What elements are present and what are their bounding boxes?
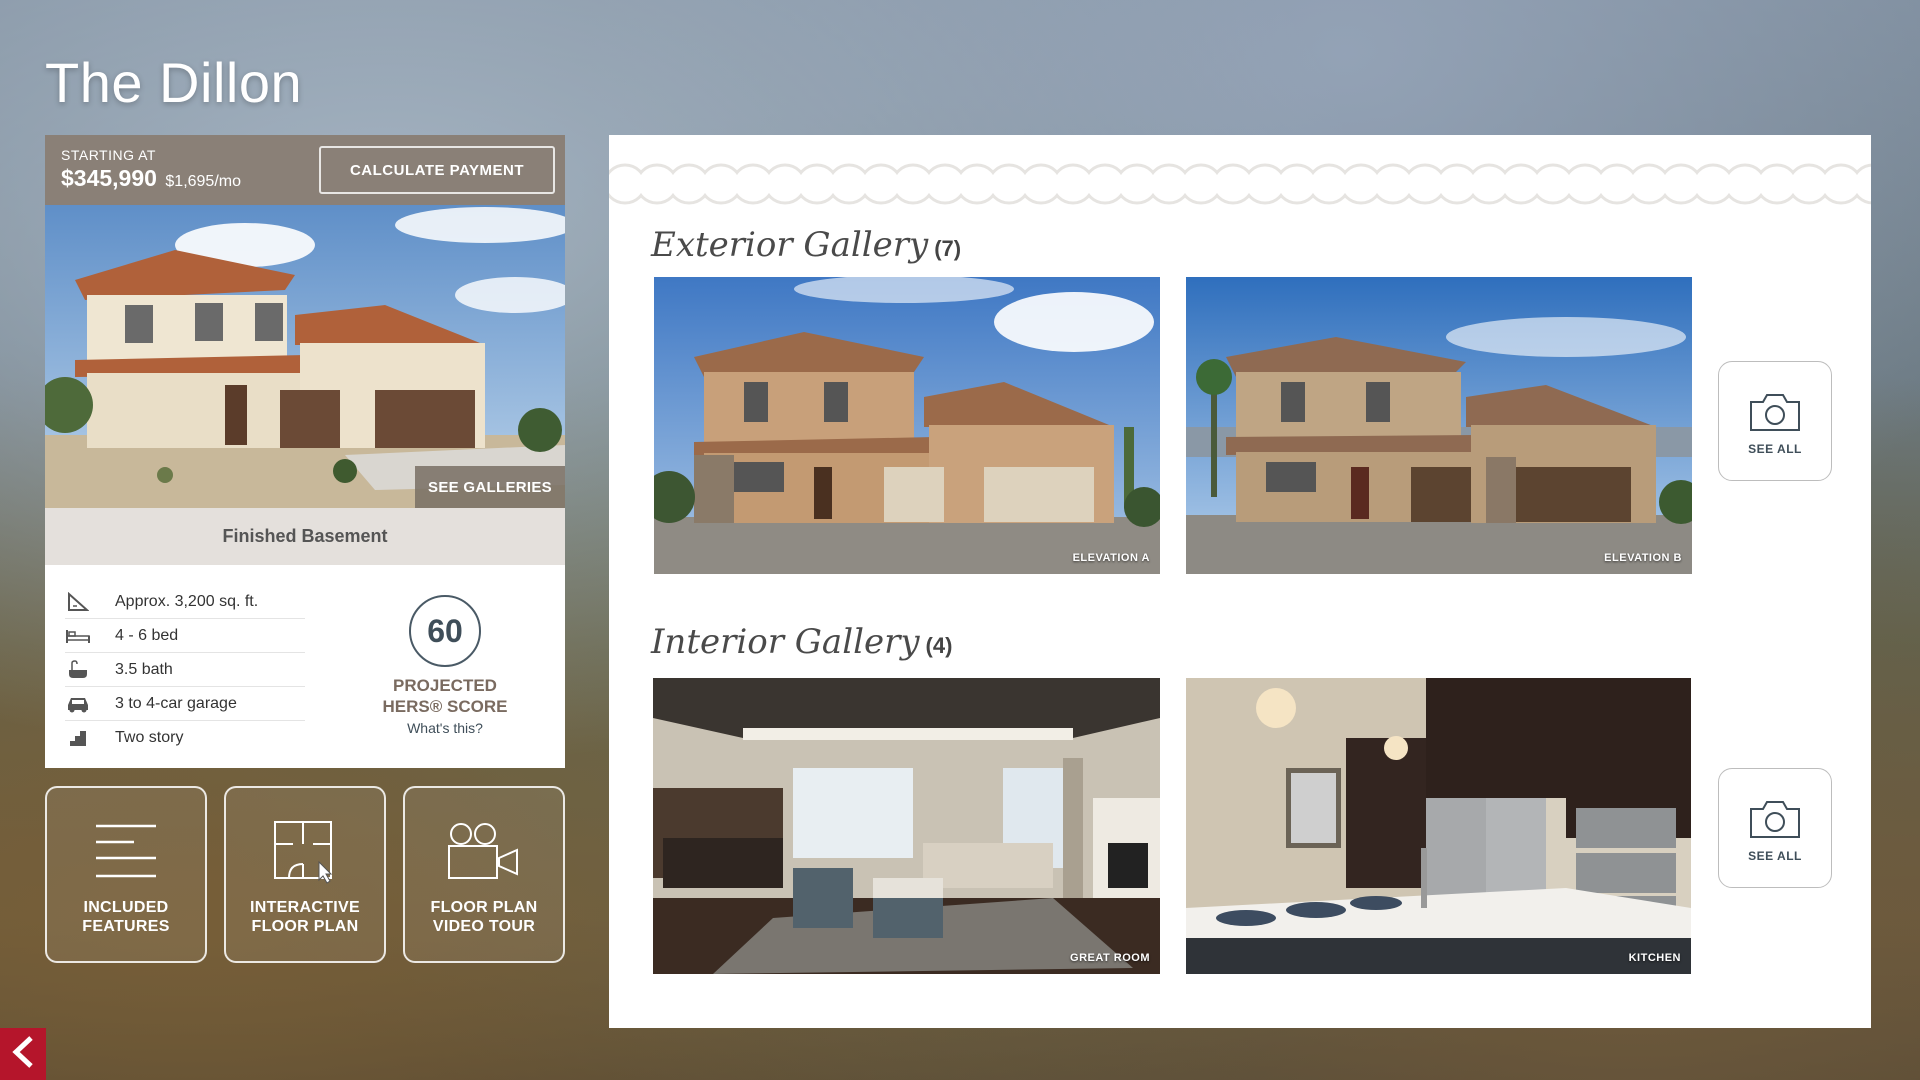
hers-score-value: 60 bbox=[409, 595, 481, 667]
tile-label-line2: FEATURES bbox=[82, 918, 170, 935]
back-button[interactable] bbox=[0, 1028, 46, 1080]
tile-label: FLOOR PLAN VIDEO TOUR bbox=[405, 898, 563, 936]
spec-label: Two story bbox=[115, 729, 184, 746]
house-photo bbox=[45, 205, 565, 508]
exterior-gallery-title: Exterior Gallery (7) bbox=[651, 225, 961, 265]
spec-list: Approx. 3,200 sq. ft. 4 - 6 bed 3.5 bath… bbox=[65, 585, 305, 755]
camera-icon bbox=[1719, 799, 1831, 839]
stairs-icon bbox=[65, 727, 91, 749]
spec-story: Two story bbox=[65, 721, 305, 755]
interactive-floor-plan-button[interactable]: INTERACTIVE FLOOR PLAN bbox=[224, 786, 386, 963]
decorative-pattern bbox=[609, 157, 1871, 212]
exterior-gallery-count: (7) bbox=[934, 236, 962, 261]
spec-label: 4 - 6 bed bbox=[115, 626, 179, 644]
interior-gallery-count: (4) bbox=[925, 633, 953, 658]
calculate-payment-button[interactable]: CALCULATE PAYMENT bbox=[319, 146, 555, 194]
price: $345,990 bbox=[61, 165, 157, 191]
image-caption: GREAT ROOM bbox=[1070, 952, 1150, 964]
spec-garage: 3 to 4-car garage bbox=[65, 687, 305, 721]
see-all-label: SEE ALL bbox=[1748, 849, 1802, 863]
exterior-image-elevation-a[interactable]: ELEVATION A bbox=[654, 277, 1160, 574]
see-all-label: SEE ALL bbox=[1748, 442, 1802, 456]
camera-icon bbox=[1719, 392, 1831, 432]
bath-icon bbox=[65, 659, 91, 681]
exterior-image-elevation-b[interactable]: ELEVATION B bbox=[1186, 277, 1692, 574]
tile-label: INTERACTIVE FLOOR PLAN bbox=[226, 898, 384, 936]
price-bar: STARTING AT $345,990 $1,695/mo CALCULATE… bbox=[45, 135, 565, 205]
tile-label: INCLUDED FEATURES bbox=[47, 898, 205, 936]
chevron-left-icon bbox=[11, 1035, 35, 1074]
interior-image-kitchen[interactable]: KITCHEN bbox=[1186, 678, 1691, 974]
hers-whats-this-link[interactable]: What's this? bbox=[375, 720, 515, 736]
see-galleries-button[interactable]: SEE GALLERIES bbox=[415, 466, 565, 508]
elevation-a-photo bbox=[654, 277, 1160, 574]
spec-label: 3.5 bath bbox=[115, 660, 173, 678]
exterior-see-all-button[interactable]: SEE ALL bbox=[1718, 361, 1832, 481]
video-camera-icon bbox=[405, 788, 563, 898]
tile-label-line1: INTERACTIVE bbox=[250, 899, 360, 916]
gallery-panel: Exterior Gallery (7) ELEVATION A ELEVATI… bbox=[609, 135, 1871, 1028]
bed-icon bbox=[65, 625, 91, 647]
included-features-button[interactable]: INCLUDED FEATURES bbox=[45, 786, 207, 963]
image-caption: ELEVATION B bbox=[1604, 552, 1682, 564]
floor-plan-video-tour-button[interactable]: FLOOR PLAN VIDEO TOUR bbox=[403, 786, 565, 963]
tile-label-line2: VIDEO TOUR bbox=[432, 918, 536, 935]
elevation-b-photo bbox=[1186, 277, 1692, 574]
spec-label: 3 to 4-car garage bbox=[115, 694, 237, 712]
specs-section: Approx. 3,200 sq. ft. 4 - 6 bed 3.5 bath… bbox=[45, 565, 565, 755]
hero-image[interactable]: SEE GALLERIES bbox=[45, 205, 565, 508]
tile-label-line1: INCLUDED bbox=[83, 899, 169, 916]
great-room-photo bbox=[653, 678, 1160, 974]
monthly-price: $1,695/mo bbox=[165, 173, 241, 190]
property-card: STARTING AT $345,990 $1,695/mo CALCULATE… bbox=[45, 135, 565, 768]
image-caption: KITCHEN bbox=[1628, 952, 1681, 964]
tile-label-line1: FLOOR PLAN bbox=[430, 899, 538, 916]
list-icon bbox=[47, 788, 205, 898]
square-footage-icon bbox=[65, 591, 91, 613]
hers-score: 60 PROJECTED HERS® SCORE What's this? bbox=[375, 595, 515, 736]
spec-bed: 4 - 6 bed bbox=[65, 619, 305, 653]
image-caption: ELEVATION A bbox=[1072, 552, 1150, 564]
floor-plan-icon bbox=[226, 788, 384, 898]
page-title: The Dillon bbox=[45, 51, 303, 114]
kitchen-photo bbox=[1186, 678, 1691, 974]
exterior-gallery-heading: Exterior Gallery bbox=[651, 225, 929, 265]
spec-bath: 3.5 bath bbox=[65, 653, 305, 687]
spec-label: Approx. 3,200 sq. ft. bbox=[115, 592, 259, 610]
car-icon bbox=[65, 693, 91, 715]
interior-gallery-title: Interior Gallery (4) bbox=[651, 622, 952, 662]
interior-image-great-room[interactable]: GREAT ROOM bbox=[653, 678, 1160, 974]
tile-label-line2: FLOOR PLAN bbox=[251, 918, 359, 935]
interior-see-all-button[interactable]: SEE ALL bbox=[1718, 768, 1832, 888]
hers-label: PROJECTED HERS® SCORE bbox=[375, 675, 515, 717]
hers-label-line1: PROJECTED bbox=[393, 676, 497, 695]
variant-label: Finished Basement bbox=[45, 508, 565, 565]
interior-gallery-heading: Interior Gallery bbox=[651, 622, 920, 662]
spec-sqft: Approx. 3,200 sq. ft. bbox=[65, 585, 305, 619]
hers-label-line2: HERS® SCORE bbox=[382, 697, 508, 716]
